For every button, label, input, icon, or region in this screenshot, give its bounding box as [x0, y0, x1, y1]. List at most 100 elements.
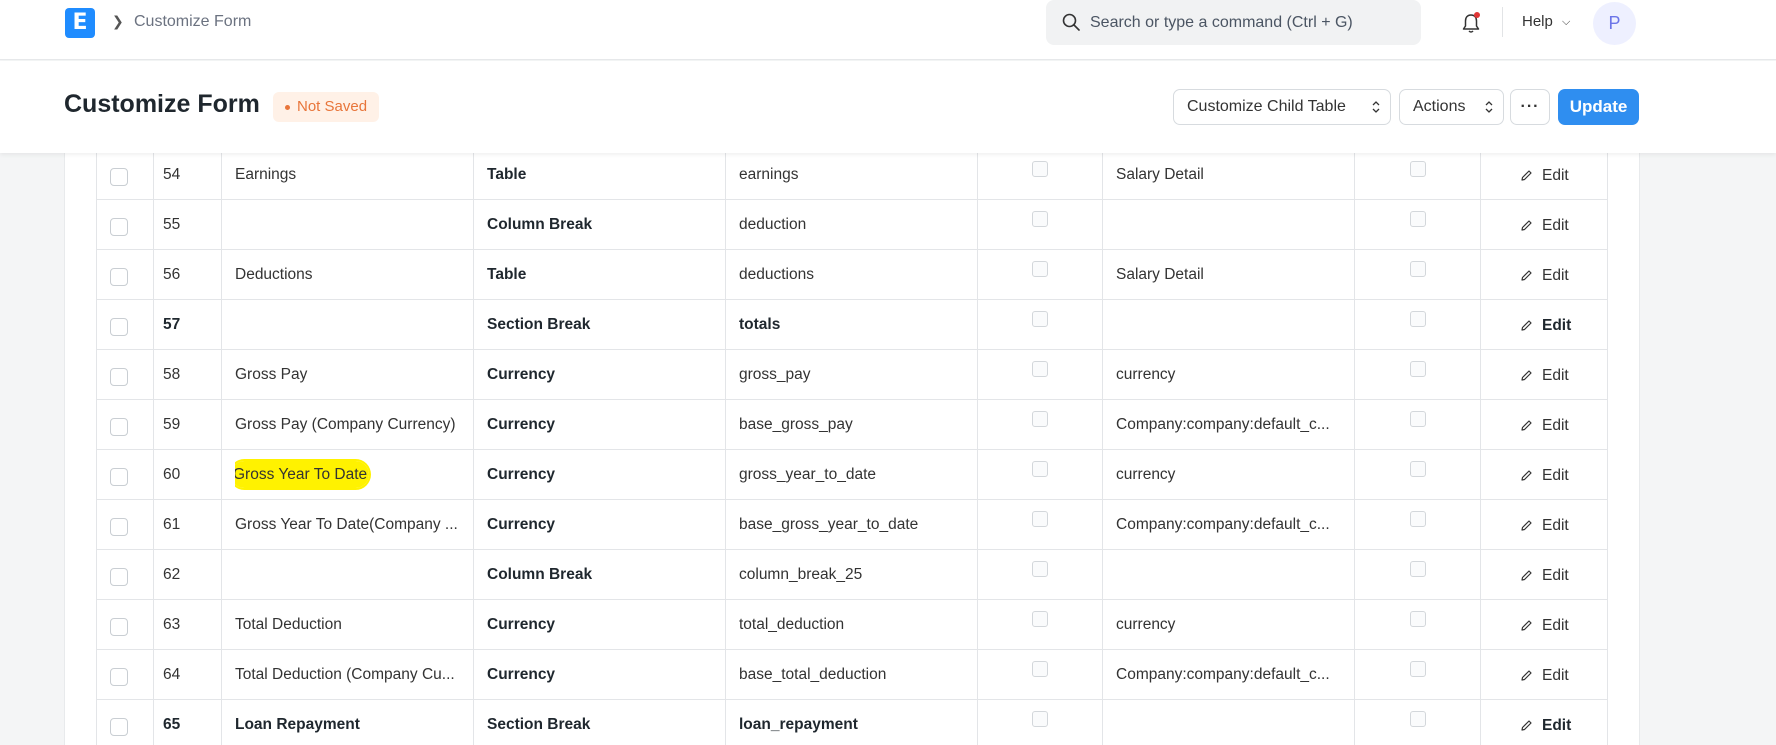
table-row[interactable]: 61 Gross Year To Date(Company ... Currency… — [97, 500, 1607, 550]
in-list-view-checkbox — [1410, 311, 1426, 327]
edit-label: Edit — [1542, 617, 1569, 634]
field-name: column_break_25 — [739, 566, 863, 583]
mandatory-checkbox — [1032, 661, 1048, 677]
row-select-checkbox[interactable] — [110, 218, 128, 236]
search-bar[interactable] — [1046, 0, 1421, 45]
row-index: 54 — [163, 166, 181, 183]
pencil-icon — [1521, 270, 1532, 281]
table-row[interactable]: 56 Deductions Table deductions Salary Detail… — [97, 250, 1607, 300]
row-select-checkbox[interactable] — [110, 718, 128, 736]
field-name: base_gross_year_to_date — [739, 516, 919, 533]
mandatory-checkbox — [1032, 411, 1048, 427]
column-divider — [153, 400, 154, 450]
row-index: 60 — [163, 466, 181, 483]
field-name: base_gross_pay — [739, 416, 853, 433]
edit-label: Edit — [1542, 217, 1569, 234]
field-name: total_deduction — [739, 616, 845, 633]
row-index: 64 — [163, 666, 181, 683]
row-select-checkbox[interactable] — [110, 518, 128, 536]
row-select-checkbox[interactable] — [110, 268, 128, 286]
table-row[interactable]: 64 Total Deduction (Company Cu... Currency… — [97, 650, 1607, 700]
row-select-checkbox[interactable] — [110, 468, 128, 486]
page-title: Customize Form — [64, 90, 260, 118]
field-type: Column Break — [487, 216, 593, 233]
column-divider — [1102, 200, 1103, 250]
actions-button[interactable]: Actions — [1399, 89, 1504, 125]
field-name: totals — [739, 316, 781, 333]
row-select-checkbox[interactable] — [110, 318, 128, 336]
field-label: Gross Pay — [235, 350, 475, 400]
in-list-view-checkbox — [1410, 511, 1426, 527]
in-list-view-checkbox — [1410, 161, 1426, 177]
column-divider — [153, 200, 154, 250]
field-options — [1116, 550, 1356, 600]
table-row[interactable]: 57 Section Break totals Edit — [97, 300, 1607, 350]
row-select-checkbox[interactable] — [110, 418, 128, 436]
column-divider — [1102, 700, 1103, 745]
column-divider — [221, 350, 222, 400]
column-divider — [221, 450, 222, 500]
field-options: Company:company:default_c... — [1116, 416, 1330, 433]
column-divider — [221, 500, 222, 550]
pencil-icon — [1521, 520, 1532, 531]
column-divider — [221, 550, 222, 600]
mandatory-checkbox — [1032, 711, 1048, 727]
table-row[interactable]: 55 Column Break deduction Edit — [97, 200, 1607, 250]
status-badge: Not Saved — [273, 92, 380, 122]
field-name: base_total_deduction — [739, 666, 887, 683]
field-label-text: Total Deduction — [235, 616, 342, 633]
column-divider — [153, 500, 154, 550]
avatar[interactable]: P — [1593, 2, 1636, 45]
field-options: Company:company:default_c... — [1116, 666, 1330, 683]
in-list-view-checkbox — [1410, 361, 1426, 377]
help-menu[interactable]: Help — [1522, 13, 1553, 30]
table-row[interactable]: 63 Total Deduction Currency total_deduction… — [97, 600, 1607, 650]
column-divider — [1480, 400, 1481, 450]
column-divider — [153, 650, 154, 700]
table-row[interactable]: 62 Column Break column_break_25 Edit — [97, 550, 1607, 600]
row-select-checkbox[interactable] — [110, 368, 128, 386]
field-label-text: Earnings — [235, 166, 297, 183]
in-list-view-checkbox — [1410, 561, 1426, 577]
table-row[interactable]: 54 Earnings Table earnings Salary Detail Edit — [97, 150, 1607, 200]
app-logo[interactable]: E — [65, 8, 95, 38]
column-divider — [1102, 400, 1103, 450]
row-select-checkbox[interactable] — [110, 618, 128, 636]
field-options — [1116, 300, 1356, 350]
search-input[interactable] — [1090, 0, 1410, 45]
table-row[interactable]: 59 Gross Pay (Company Currency) Currency ba… — [97, 400, 1607, 450]
edit-label: Edit — [1542, 717, 1572, 734]
column-divider — [1480, 550, 1481, 600]
in-list-view-checkbox — [1410, 461, 1426, 477]
row-select-checkbox[interactable] — [110, 668, 128, 686]
field-type: Table — [487, 266, 527, 283]
field-label: Gross Year To Date — [235, 450, 475, 500]
pencil-icon — [1521, 620, 1532, 631]
mandatory-checkbox — [1032, 611, 1048, 627]
table-row[interactable]: 65 Loan Repayment Section Break loan_repaym… — [97, 700, 1607, 745]
column-divider — [1480, 600, 1481, 650]
edit-label: Edit — [1542, 267, 1569, 284]
column-divider — [153, 550, 154, 600]
pencil-icon — [1521, 720, 1532, 731]
customize-child-table-button[interactable]: Customize Child Table — [1173, 89, 1391, 125]
field-type: Currency — [487, 516, 556, 533]
mandatory-checkbox — [1032, 461, 1048, 477]
column-divider — [153, 250, 154, 300]
more-options-button[interactable]: ··· — [1510, 89, 1550, 125]
table-row[interactable]: 58 Gross Pay Currency gross_pay currency Edit — [97, 350, 1607, 400]
row-index: 61 — [163, 516, 181, 533]
row-index: 58 — [163, 366, 181, 383]
column-divider — [221, 600, 222, 650]
mandatory-checkbox — [1032, 361, 1048, 377]
field-label: Total Deduction — [235, 600, 475, 650]
table-row[interactable]: 60 Gross Year To Date Currency gross_year_t… — [97, 450, 1607, 500]
row-select-checkbox[interactable] — [110, 168, 128, 186]
column-divider — [221, 250, 222, 300]
update-button[interactable]: Update — [1558, 89, 1639, 125]
column-divider — [1480, 200, 1481, 250]
row-select-checkbox[interactable] — [110, 568, 128, 586]
breadcrumb-customize-form[interactable]: Customize Form — [134, 13, 251, 31]
column-divider — [1480, 450, 1481, 500]
field-label-text: Gross Year To Date — [235, 461, 370, 488]
